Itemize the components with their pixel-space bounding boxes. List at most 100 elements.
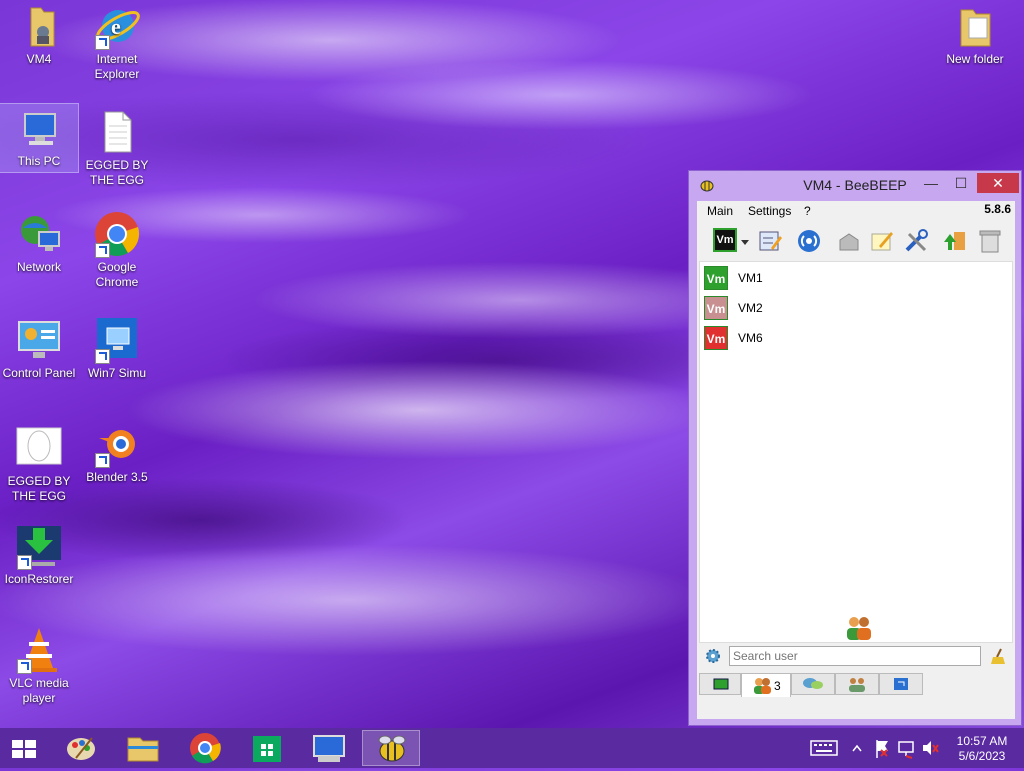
desktop-icon-label: IconRestorer bbox=[4, 572, 74, 586]
taskbar-chrome-icon[interactable] bbox=[176, 730, 234, 766]
version-label: 5.8.6 bbox=[984, 202, 1011, 216]
svg-text:e: e bbox=[111, 14, 121, 39]
chrome-icon bbox=[93, 210, 141, 258]
desktop-icon-win7-simu[interactable]: Win7 Simu bbox=[78, 316, 156, 381]
shortcut-arrow-icon bbox=[95, 243, 110, 258]
network-icon bbox=[15, 210, 63, 258]
download-icon bbox=[15, 522, 63, 570]
start-button[interactable] bbox=[0, 730, 48, 766]
users-group-icon bbox=[844, 614, 874, 640]
desktop-icon-label: VLC media player bbox=[9, 676, 69, 705]
bottom-tabs: 3 bbox=[697, 673, 1015, 699]
desktop-icon-label: Win7 Simu bbox=[87, 366, 146, 380]
user-avatar: Vm bbox=[704, 266, 728, 290]
window-title: VM4 - BeeBEEP bbox=[803, 177, 907, 193]
control-panel-icon bbox=[15, 316, 63, 364]
computer-icon bbox=[15, 104, 63, 152]
desktop-icon-vlc[interactable]: VLC media player bbox=[0, 626, 78, 706]
taskbar: 10:57 AM 5/6/2023 bbox=[0, 728, 1024, 768]
desktop-icon-label: EGGED BY THE EGG bbox=[7, 474, 71, 503]
user-name: VM6 bbox=[738, 331, 763, 345]
search-row bbox=[697, 643, 1015, 673]
status-dropdown-icon[interactable] bbox=[739, 228, 751, 254]
user-avatar: Vm bbox=[704, 326, 728, 350]
show-hidden-icons-chevron-icon[interactable] bbox=[850, 728, 864, 768]
taskbar-paint-icon[interactable] bbox=[52, 730, 110, 766]
desktop-icon-label: New folder bbox=[946, 52, 1004, 66]
tools-icon[interactable] bbox=[903, 228, 929, 254]
taskbar-remote-desktop-icon[interactable] bbox=[300, 730, 358, 766]
desktop-icon-network[interactable]: Network bbox=[0, 210, 78, 275]
desktop-icon-vm4[interactable]: VM4 bbox=[0, 2, 78, 67]
desktop-icon-label: Google Chrome bbox=[95, 260, 139, 289]
search-user-input[interactable] bbox=[729, 646, 981, 666]
egg-image-icon bbox=[15, 424, 63, 472]
user-name: VM2 bbox=[738, 301, 763, 315]
edit-profile-icon[interactable] bbox=[757, 228, 783, 254]
user-row-vm6[interactable]: Vm VM6 bbox=[704, 326, 1004, 352]
desktop-icon-control-panel[interactable]: Control Panel bbox=[0, 316, 78, 381]
taskbar-clock[interactable]: 10:57 AM 5/6/2023 bbox=[950, 734, 1014, 764]
desktop-icon-new-folder[interactable]: New folder bbox=[936, 2, 1014, 67]
user-avatar: Vm bbox=[704, 296, 728, 320]
tab-users[interactable]: 3 bbox=[741, 673, 791, 697]
menu-help[interactable]: ? bbox=[804, 204, 811, 218]
window-titlebar[interactable]: VM4 - BeeBEEP — ☐ ✕ bbox=[689, 171, 1021, 199]
action-center-flag-icon[interactable] bbox=[872, 728, 892, 768]
desktop-icon-internet-explorer[interactable]: e Internet Explorer bbox=[78, 2, 156, 82]
toolbar: Vm bbox=[697, 223, 1015, 259]
taskbar-beebeep-icon[interactable] bbox=[362, 730, 420, 766]
tab-groups[interactable] bbox=[835, 673, 879, 695]
clear-trash-icon[interactable] bbox=[977, 228, 1003, 254]
desktop-icon-label: Blender 3.5 bbox=[86, 470, 148, 484]
window-client: Main Settings ? 5.8.6 Vm Vm VM1 Vm VM2 V… bbox=[697, 201, 1015, 719]
tab-shares[interactable] bbox=[879, 673, 923, 695]
desktop-icon-egged-image[interactable]: EGGED BY THE EGG bbox=[0, 424, 78, 504]
desktop-icon-label: This PC bbox=[17, 154, 61, 168]
vlc-cone-icon bbox=[15, 626, 63, 674]
user-count: 3 bbox=[774, 679, 781, 693]
minimize-button[interactable]: — bbox=[921, 173, 941, 193]
menu-main[interactable]: Main bbox=[707, 204, 733, 218]
clock-time: 10:57 AM bbox=[956, 734, 1008, 748]
desktop-icon-google-chrome[interactable]: Google Chrome bbox=[78, 210, 156, 290]
windows-computer-icon bbox=[93, 316, 141, 364]
shortcut-arrow-icon bbox=[95, 453, 110, 468]
taskbar-store-icon[interactable] bbox=[238, 730, 296, 766]
user-row-vm2[interactable]: Vm VM2 bbox=[704, 296, 1004, 322]
internet-explorer-icon: e bbox=[93, 2, 141, 50]
desktop-icon-label: Network bbox=[16, 260, 61, 274]
gear-icon[interactable] bbox=[705, 648, 721, 664]
shortcut-arrow-icon bbox=[17, 659, 32, 674]
tab-chat-list[interactable] bbox=[699, 673, 741, 695]
volume-muted-icon[interactable] bbox=[920, 728, 940, 768]
document-icon bbox=[93, 108, 141, 156]
send-message-icon[interactable] bbox=[836, 228, 862, 254]
status-button[interactable]: Vm bbox=[713, 228, 737, 252]
network-status-icon[interactable] bbox=[896, 728, 916, 768]
user-row-vm1[interactable]: Vm VM1 bbox=[704, 266, 1004, 292]
desktop-icon-this-pc[interactable]: This PC bbox=[0, 103, 79, 173]
desktop-icon-egged-file[interactable]: EGGED BY THE EGG bbox=[78, 108, 156, 188]
network-broadcast-icon[interactable] bbox=[796, 228, 822, 254]
write-note-icon[interactable] bbox=[869, 228, 895, 254]
menu-settings[interactable]: Settings bbox=[748, 204, 791, 218]
desktop-icon-label: Internet Explorer bbox=[94, 52, 140, 81]
close-button[interactable]: ✕ bbox=[977, 173, 1019, 193]
folder-icon bbox=[951, 2, 999, 50]
menubar: Main Settings ? 5.8.6 bbox=[697, 201, 1015, 221]
beebeep-window: VM4 - BeeBEEP — ☐ ✕ Main Settings ? 5.8.… bbox=[688, 170, 1022, 726]
desktop-icon-blender[interactable]: Blender 3.5 bbox=[78, 420, 156, 485]
desktop-icon-label: Control Panel bbox=[2, 366, 76, 380]
tab-chats[interactable] bbox=[791, 673, 835, 695]
transfer-icon[interactable] bbox=[942, 228, 968, 254]
taskbar-file-explorer-icon[interactable] bbox=[114, 730, 172, 766]
maximize-button[interactable]: ☐ bbox=[951, 173, 971, 193]
desktop-icon-iconrestorer[interactable]: IconRestorer bbox=[0, 522, 78, 587]
user-list: Vm VM1 Vm VM2 Vm VM6 bbox=[699, 261, 1013, 643]
desktop-icon-label: VM4 bbox=[26, 52, 52, 66]
clear-search-broom-icon[interactable] bbox=[991, 647, 1007, 665]
touch-keyboard-icon[interactable] bbox=[808, 728, 840, 768]
shortcut-arrow-icon bbox=[95, 35, 110, 50]
clock-date: 5/6/2023 bbox=[958, 749, 1006, 763]
